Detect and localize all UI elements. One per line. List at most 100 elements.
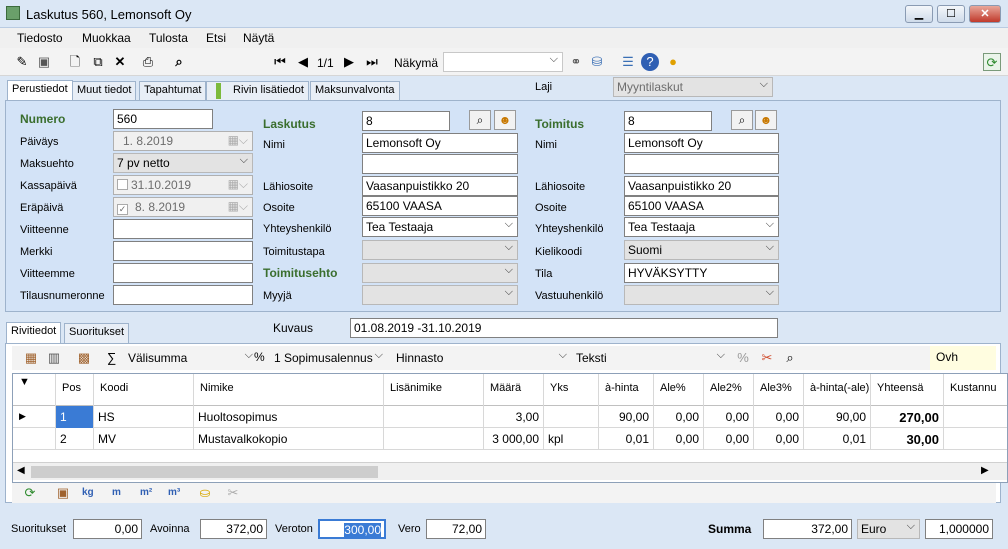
package-icon[interactable]: ▣	[54, 484, 72, 502]
calendar-icon[interactable]: ▦⌵	[228, 133, 248, 148]
viitteemme-field[interactable]	[113, 263, 253, 283]
toimitus-lahiosoite-field[interactable]: Vaasanpuistikko 20	[624, 176, 779, 196]
scroll-right-icon[interactable]: ▶	[981, 465, 989, 476]
myyja-select[interactable]	[362, 285, 518, 305]
toimitus-customer-icon[interactable]: ☻	[755, 110, 777, 130]
sigma-icon[interactable]: ∑	[107, 350, 116, 365]
view-select[interactable]	[443, 52, 563, 72]
help-icon[interactable]: ?	[641, 53, 659, 71]
print-icon[interactable]: ⎙	[139, 53, 157, 71]
coins-icon[interactable]: ⛀	[196, 484, 214, 502]
table-cell[interactable]: 0,00	[703, 428, 753, 450]
database-icon[interactable]: ⛁	[588, 53, 606, 71]
paivays-field[interactable]: 1. 8.2019 ▦⌵	[113, 131, 253, 151]
table-cell[interactable]: 2	[55, 428, 93, 450]
column-header[interactable]: à-hinta	[598, 374, 653, 406]
vastuuhenkilo-select[interactable]	[624, 285, 779, 305]
m2-button[interactable]: m²	[140, 487, 152, 498]
scroll-left-icon[interactable]: ◀	[17, 465, 25, 476]
calendar-icon[interactable]: ▦⌵	[228, 199, 248, 214]
table-cell[interactable]: kpl	[543, 428, 598, 450]
table-cell[interactable]: 30,00	[870, 428, 943, 450]
find-icon[interactable]: ⌕	[170, 53, 188, 71]
table-cell[interactable]	[943, 428, 1007, 450]
table-cell[interactable]: 0,00	[753, 428, 803, 450]
tila-field[interactable]: HYVÄKSYTTY	[624, 263, 779, 283]
delete-icon[interactable]: ✕	[111, 53, 129, 71]
last-record-icon[interactable]: ⏭	[363, 53, 381, 71]
refresh-rows-icon[interactable]: ⟳	[21, 484, 39, 502]
save-icon[interactable]: ▣	[35, 53, 53, 71]
copy-icon[interactable]: ⧉	[89, 53, 107, 71]
toimitusehto-select[interactable]	[362, 263, 518, 283]
kassapaiva-field[interactable]: 31.10.2019 ▦⌵	[113, 175, 253, 195]
tab-suoritukset[interactable]: Suoritukset	[64, 323, 130, 343]
tab-tapahtumat[interactable]: Tapahtumat	[139, 81, 207, 101]
table-cell[interactable]: 0,00	[653, 406, 703, 428]
menu-muokkaa[interactable]: Muokkaa	[82, 31, 131, 45]
percent-icon[interactable]: %	[254, 350, 265, 364]
table-cell[interactable]: HS	[93, 406, 193, 428]
column-header[interactable]: Pos	[55, 374, 93, 406]
table-cell[interactable]: Mustavalkokopio	[193, 428, 383, 450]
toimitus-nimi-field[interactable]: Lemonsoft Oy	[624, 133, 779, 153]
table-cell[interactable]	[383, 406, 483, 428]
kuvaus-field[interactable]: 01.08.2019 -31.10.2019	[350, 318, 778, 338]
column-header[interactable]: Ale%	[653, 374, 703, 406]
tab-perustiedot[interactable]: Perustiedot	[7, 80, 73, 101]
merkki-field[interactable]	[113, 241, 253, 261]
table-cell[interactable]: 90,00	[803, 406, 870, 428]
discount-icon[interactable]: %	[734, 349, 752, 367]
toimitus-yhteys-select[interactable]: Tea Testaaja	[624, 217, 779, 237]
laji-select[interactable]: Myyntilaskut	[613, 77, 773, 97]
table-cell[interactable]	[943, 406, 1007, 428]
calendar-icon[interactable]: ▦⌵	[228, 177, 248, 192]
add-rows-icon[interactable]: ▦	[22, 349, 40, 367]
column-header[interactable]: Ale3%	[753, 374, 803, 406]
viitteenne-field[interactable]	[113, 219, 253, 239]
table-cell[interactable]: 1	[55, 406, 93, 428]
column-header[interactable]: Määrä	[483, 374, 543, 406]
maximize-button[interactable]: ☐	[937, 5, 965, 23]
column-chooser-icon[interactable]: ▼	[19, 376, 30, 388]
table-cell[interactable]: Huoltosopimus	[193, 406, 383, 428]
laskutus-yhteys-select[interactable]: Tea Testaaja	[362, 217, 518, 237]
kg-button[interactable]: kg	[82, 487, 94, 498]
edit-icon[interactable]: ✎	[13, 53, 31, 71]
table-cell[interactable]: 0,01	[803, 428, 870, 450]
table-cell[interactable]: MV	[93, 428, 193, 450]
column-header[interactable]: Nimike	[193, 374, 383, 406]
link-icon[interactable]: ⚭	[567, 53, 585, 71]
column-header[interactable]: Koodi	[93, 374, 193, 406]
laskutus-osoite-field[interactable]: 65100 VAASA	[362, 196, 518, 216]
toimitus-search-icon[interactable]: ⌕	[731, 110, 753, 130]
close-button[interactable]: ✕	[969, 5, 1001, 23]
minimize-button[interactable]: ▁	[905, 5, 933, 23]
table-cell[interactable]: 3 000,00	[483, 428, 543, 450]
menu-nayta[interactable]: Näytä	[243, 31, 274, 45]
table-cell[interactable]: 270,00	[870, 406, 943, 428]
copy-rows-icon[interactable]: ▥	[45, 349, 63, 367]
previous-record-icon[interactable]: ◀	[294, 53, 312, 71]
laskutus-customer-icon[interactable]: ☻	[494, 110, 516, 130]
list-icon[interactable]: ☰	[619, 53, 637, 71]
table-cell[interactable]: 0,00	[703, 406, 753, 428]
toimitus-osoite-field[interactable]: 65100 VAASA	[624, 196, 779, 216]
tab-maksunvalvonta[interactable]: Maksunvalvonta	[310, 81, 400, 101]
column-header[interactable]: Lisänimike	[383, 374, 483, 406]
table-cell[interactable]: 90,00	[598, 406, 653, 428]
column-header[interactable]: Ale2%	[703, 374, 753, 406]
laskutus-nimi2-field[interactable]	[362, 154, 518, 174]
avoinna-total[interactable]: 372,00	[200, 519, 267, 539]
erapaiva-field[interactable]: ✓ 8. 8.2019 ▦⌵	[113, 197, 253, 217]
currency-select[interactable]: Euro	[857, 519, 920, 539]
next-record-icon[interactable]: ▶	[340, 53, 358, 71]
laskutus-number-field[interactable]: 8	[362, 111, 450, 131]
tab-rivin-lisatiedot[interactable]: Rivin lisätiedot	[206, 81, 309, 101]
toimitus-number-field[interactable]: 8	[624, 111, 712, 131]
erapaiva-checkbox[interactable]: ✓	[117, 204, 128, 215]
first-record-icon[interactable]: ⏮	[271, 53, 289, 71]
table-cell[interactable]: 0,01	[598, 428, 653, 450]
refresh-icon[interactable]: ⟳	[983, 53, 1001, 71]
menu-etsi[interactable]: Etsi	[206, 31, 226, 45]
